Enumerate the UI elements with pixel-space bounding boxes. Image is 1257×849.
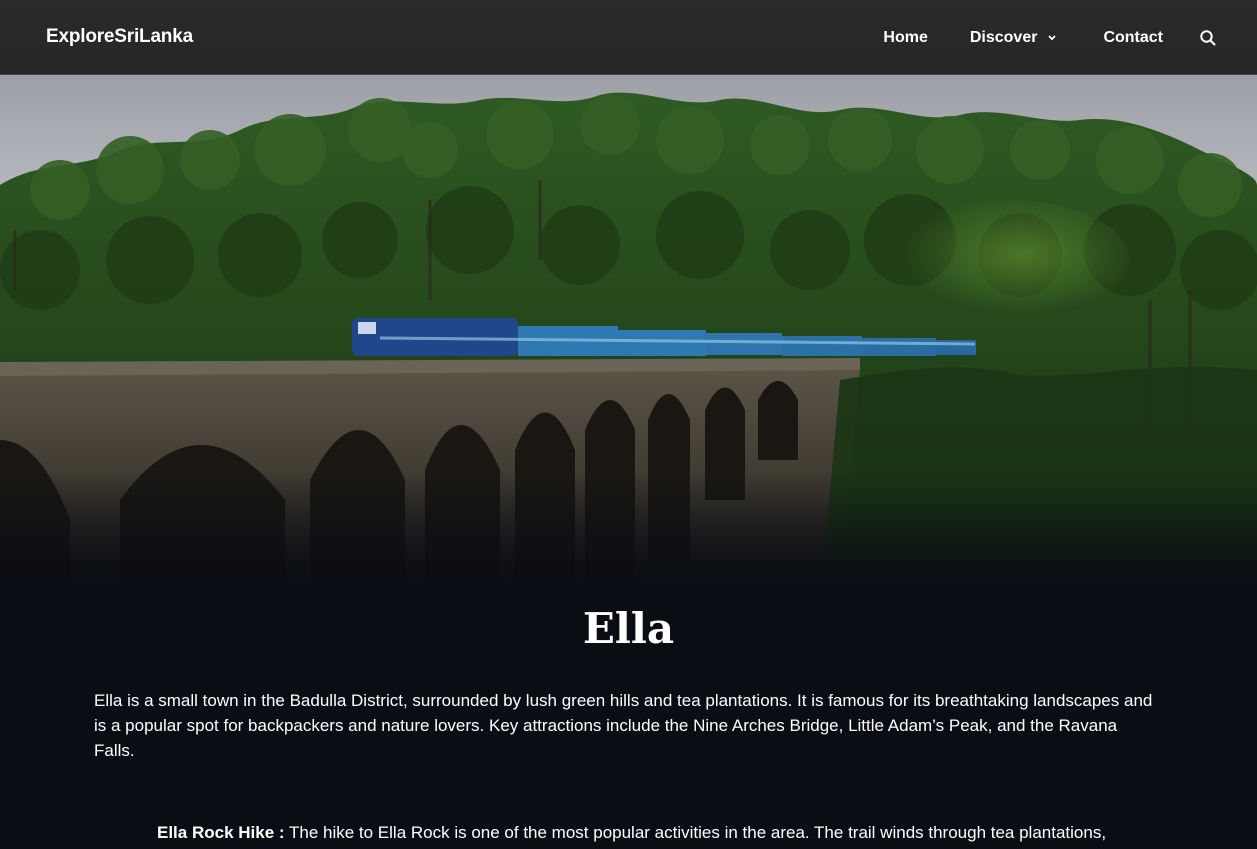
nav-discover-dropdown[interactable]: Discover	[970, 29, 1058, 47]
chevron-down-icon	[1049, 35, 1056, 40]
hero-image	[0, 0, 1257, 600]
activity-item: Ella Rock Hike : The hike to Ella Rock i…	[157, 820, 1157, 845]
top-navbar: ExploreSriLanka Home Discover Contact	[0, 0, 1257, 75]
intro-paragraph: Ella is a small town in the Badulla Dist…	[94, 691, 1153, 760]
nav-contact-link[interactable]: Contact	[1103, 29, 1163, 47]
brand-logo[interactable]: ExploreSriLanka	[46, 26, 193, 48]
nav-discover-label: Discover	[969, 28, 1038, 46]
page-title: Ella	[582, 604, 675, 653]
activity-label: Ella Rock Hike :	[157, 823, 285, 842]
activity-text: The hike to Ella Rock is one of the most…	[284, 823, 1107, 842]
search-icon[interactable]	[1199, 29, 1217, 47]
nav-home-link[interactable]: Home	[883, 29, 927, 47]
nav-links: Home Discover Contact	[883, 0, 1217, 75]
hero-gradient-overlay	[0, 470, 1257, 600]
